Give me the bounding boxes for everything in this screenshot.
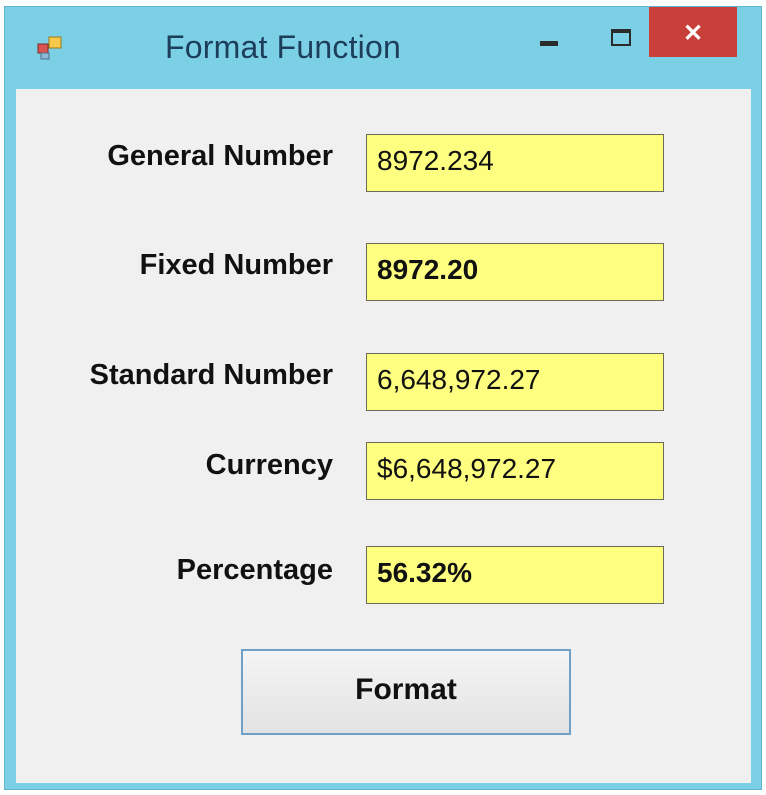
general-number-label: General Number <box>107 140 333 172</box>
window-title: Format Function <box>165 29 401 65</box>
standard-number-label: Standard Number <box>89 359 333 391</box>
app-icon[interactable] <box>37 35 63 61</box>
form-client-area: General Number 8972.234 Fixed Number 897… <box>16 89 751 783</box>
close-button[interactable]: ✕ <box>649 7 737 57</box>
percentage-field[interactable]: 56.32% <box>366 546 664 604</box>
currency-field[interactable]: $6,648,972.27 <box>366 442 664 500</box>
fixed-number-field[interactable]: 8972.20 <box>366 243 664 301</box>
maximize-button[interactable] <box>595 7 645 65</box>
app-window: Format Function ✕ General Number 8972.23… <box>4 6 762 790</box>
title-bar[interactable]: Format Function ✕ <box>5 7 761 89</box>
close-icon: ✕ <box>682 20 704 47</box>
general-number-field[interactable]: 8972.234 <box>366 134 664 192</box>
fixed-number-label: Fixed Number <box>139 249 333 281</box>
standard-number-field[interactable]: 6,648,972.27 <box>366 353 664 411</box>
percentage-label: Percentage <box>176 554 333 586</box>
maximize-icon <box>611 29 631 46</box>
minimize-icon <box>540 41 558 46</box>
format-button-label: Format <box>355 673 457 706</box>
currency-label: Currency <box>205 449 333 481</box>
minimize-button[interactable] <box>525 7 575 65</box>
format-button[interactable]: Format <box>241 649 571 735</box>
